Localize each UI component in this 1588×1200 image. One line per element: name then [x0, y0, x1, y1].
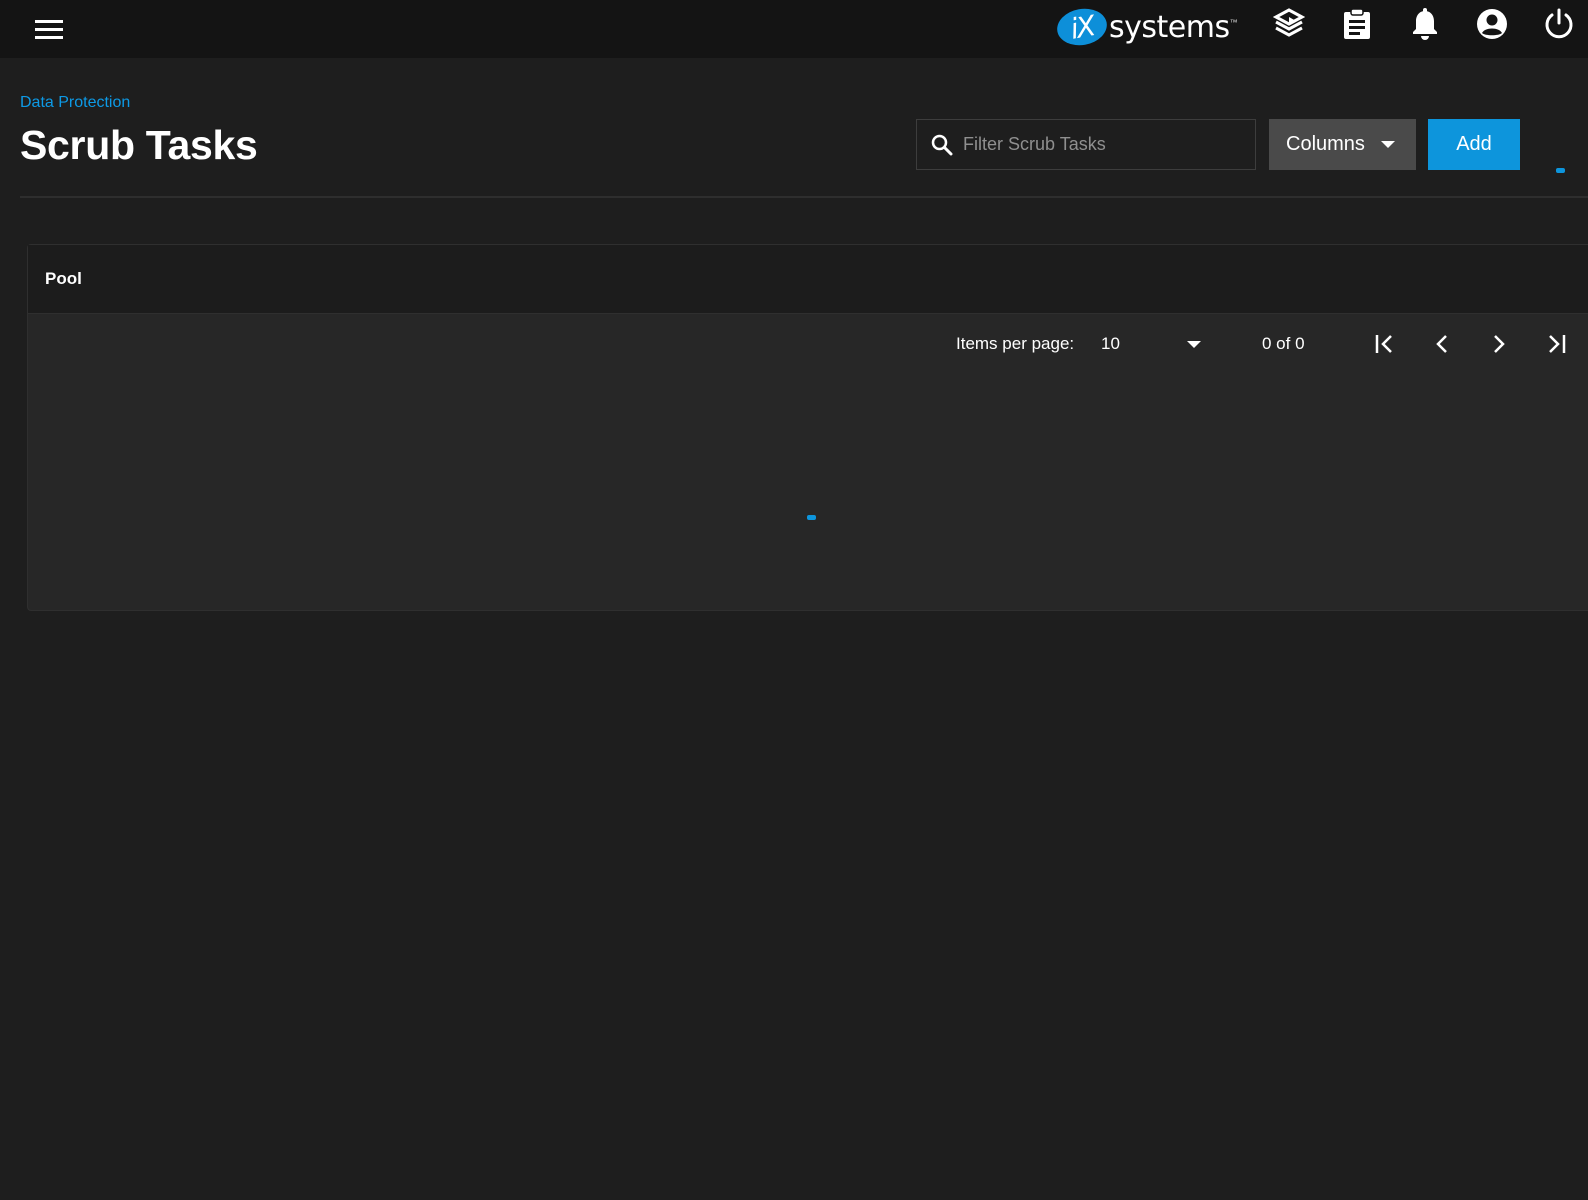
- dropdown-arrow-icon: [1187, 341, 1201, 348]
- tasks-button[interactable]: [1339, 6, 1375, 42]
- chevron-down-icon: [1380, 141, 1395, 148]
- search-field[interactable]: [916, 119, 1256, 170]
- chevron-left-icon: [1436, 335, 1447, 353]
- scrub-tasks-table: Pool Items per page: 10 0 of 0: [27, 244, 1588, 611]
- items-per-page-select[interactable]: 10: [1101, 328, 1201, 360]
- chevron-right-icon: [1494, 335, 1505, 353]
- last-page-icon: [1549, 335, 1566, 353]
- loading-indicator: [1556, 168, 1565, 173]
- page-title: Scrub Tasks: [20, 122, 258, 168]
- add-button-label: Add: [1456, 133, 1492, 155]
- add-button[interactable]: Add: [1428, 119, 1520, 170]
- clipboard-icon: [1344, 8, 1370, 39]
- next-page-button[interactable]: [1483, 328, 1515, 360]
- bell-icon: [1413, 8, 1437, 40]
- account-circle-icon: [1477, 9, 1507, 39]
- top-toolbar: iX systems ™: [0, 0, 1588, 58]
- header-divider: [20, 196, 1588, 198]
- truecommand-button[interactable]: [1271, 6, 1307, 42]
- table-header: Pool: [28, 245, 1588, 314]
- column-header-pool[interactable]: Pool: [45, 269, 82, 289]
- columns-button-label: Columns: [1286, 133, 1365, 155]
- search-icon-wrap: [927, 134, 957, 156]
- brand-word: systems: [1109, 9, 1230, 45]
- page-range-label: 0 of 0: [1262, 334, 1305, 353]
- power-icon: [1545, 8, 1573, 39]
- search-input[interactable]: [957, 119, 1255, 170]
- items-per-page-value: 10: [1101, 334, 1120, 353]
- alerts-button[interactable]: [1407, 6, 1443, 42]
- brand-mark: iX: [1054, 4, 1110, 50]
- brand-trademark: ™: [1229, 17, 1238, 27]
- account-button[interactable]: [1474, 6, 1510, 42]
- breadcrumb[interactable]: Data Protection: [20, 94, 130, 112]
- table-loading-indicator: [807, 515, 816, 520]
- paginator: Items per page: 10 0 of 0: [28, 314, 1588, 374]
- truecommand-icon: [1273, 8, 1305, 37]
- columns-button[interactable]: Columns: [1269, 119, 1416, 170]
- ixsystems-logo[interactable]: iX systems ™: [1054, 4, 1238, 50]
- previous-page-button[interactable]: [1426, 328, 1458, 360]
- first-page-icon: [1375, 335, 1392, 353]
- power-button[interactable]: [1541, 6, 1577, 42]
- items-per-page-label: Items per page:: [956, 334, 1075, 353]
- menu-icon: [35, 20, 63, 39]
- first-page-button[interactable]: [1369, 328, 1401, 360]
- last-page-button[interactable]: [1540, 328, 1572, 360]
- menu-button[interactable]: [30, 10, 68, 48]
- search-icon: [931, 134, 953, 155]
